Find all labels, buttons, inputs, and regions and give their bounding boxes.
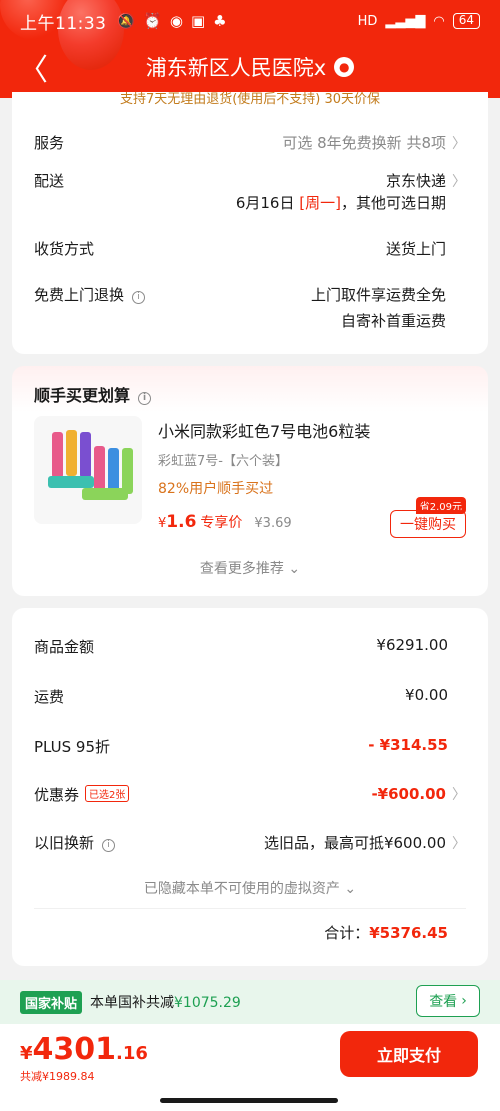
pay-amount: ¥4301.16 (20, 1032, 148, 1067)
home-indicator[interactable] (160, 1098, 338, 1103)
freight-label: 运费 (34, 688, 65, 706)
address-title[interactable]: 浦东新区人民医院x ● (145, 52, 355, 82)
goods-label: 商品金额 (34, 638, 95, 656)
view-subsidy-button[interactable]: 查看 › (416, 985, 480, 1017)
total-saved: 共减¥1989.84 (20, 1070, 95, 1083)
app-notification-icon: ◉ (169, 12, 183, 30)
info-icon[interactable]: i (102, 838, 116, 852)
chevron-right-icon: 〉 (452, 136, 466, 152)
return-label: 免费上门退换 (34, 286, 125, 304)
chevron-down-icon: ⌄ (288, 561, 301, 577)
pay-amount-integer: 4301 (32, 1032, 117, 1067)
plus-label: PLUS 95折 (34, 738, 111, 756)
price-value: 1.6 (166, 512, 197, 532)
product-spec[interactable]: 彩虹蓝7号-【六个装】 (158, 450, 288, 469)
gallery-icon: ▣ (190, 12, 206, 30)
total-label: 合计： (324, 924, 370, 942)
receive-value: 送货上门 (385, 240, 446, 258)
location-pin-icon: ● (334, 57, 355, 77)
total-value: ¥5376.45 (369, 924, 448, 942)
chevron-right-icon: › (461, 993, 467, 1009)
shipping-date: 6月16日 (235, 194, 295, 212)
hd-icon: HD (357, 13, 378, 29)
return-value-line1: 上门取件享运费全免 (310, 286, 446, 304)
freight-value: ¥0.00 (405, 686, 448, 704)
price-tag: 专享价 (200, 515, 243, 531)
total-row: 合计：¥5376.45 (324, 922, 448, 943)
tradein-label: 以旧换新 (34, 834, 95, 852)
info-icon[interactable]: i (138, 391, 152, 405)
addon-title: 顺手买更划算 (34, 386, 131, 405)
subsidy-badge: 国家补贴 (20, 990, 83, 1014)
hidden-assets-toggle[interactable]: 已隐藏本单不可使用的虚拟资产 ⌄ (12, 878, 488, 898)
info-icon[interactable]: i (132, 290, 146, 304)
subsidy-amount: ¥1075.29 (174, 995, 241, 1011)
more-recommend-link[interactable]: 查看更多推荐 ⌄ (12, 558, 488, 578)
service-label: 服务 (34, 134, 65, 152)
chevron-left-icon: 〈 (18, 53, 48, 88)
back-button[interactable]: 〈 (18, 50, 48, 88)
delivery-card: 支持7天无理由退货(使用后不支持) 30天价保 服务 可选 8年免费换新 共8项… (12, 92, 488, 354)
one-click-buy-button[interactable]: 一键购买 (390, 510, 466, 538)
service-value: 可选 8年免费换新 共8项 (282, 134, 446, 152)
goods-value: ¥6291.00 (376, 636, 448, 654)
subsidy-bar: 国家补贴 本单国补共减¥1075.29 查看 › (0, 980, 500, 1024)
coupon-value: -¥600.00 (371, 785, 446, 803)
pay-amount-decimal: .16 (116, 1043, 148, 1064)
pay-now-button[interactable]: 立即支付 (340, 1031, 478, 1077)
product-price: ¥1.6 专享价 ¥3.69 (158, 512, 292, 532)
tradein-value: 选旧品，最高可抵¥600.00 (263, 834, 446, 852)
shipping-carrier: 京东快递 (385, 172, 446, 190)
mute-icon: 🔕 (116, 12, 136, 30)
original-price: ¥3.69 (254, 516, 292, 531)
shipping-label: 配送 (34, 172, 65, 190)
coupon-tag: 已选2张 (85, 785, 130, 802)
buy-rate: 82%用户顺手买过 (158, 481, 274, 497)
taobao-icon: ♣ (213, 12, 227, 30)
receive-label: 收货方式 (34, 240, 95, 258)
order-summary-card: 商品金额 ¥6291.00 运费 ¥0.00 PLUS 95折 - ¥314.5… (12, 608, 488, 966)
header: 上午11:33 🔕 ⏰ ◉ ▣ ♣ HD ▂▃▅▇ ◠ 64 〈 浦东新区人民医… (0, 0, 500, 98)
wifi-icon: ◠ (433, 13, 445, 29)
divider (34, 908, 466, 909)
addon-card: 顺手买更划算 i 小米同款彩虹色7号电池6粒装 彩虹蓝7号-【六个装】 82%用户… (12, 366, 488, 596)
product-name[interactable]: 小米同款彩虹色7号电池6粒装 (158, 418, 370, 442)
battery-icon: 64 (452, 13, 480, 29)
subsidy-text: 本单国补共减 (90, 995, 175, 1011)
chevron-right-icon: 〉 (452, 787, 466, 803)
return-policy-banner: 支持7天无理由退货(使用后不支持) 30天价保 (119, 92, 381, 107)
coupon-label: 优惠券 (34, 786, 80, 804)
alarm-icon: ⏰ (143, 12, 162, 30)
signal-icon: ▂▃▅▇ (385, 13, 426, 29)
chevron-down-icon: ⌄ (344, 881, 357, 897)
page-title: 浦东新区人民医院x (145, 56, 327, 80)
shipping-weekday: [周一] (299, 194, 341, 212)
shipping-other: ，其他可选日期 (340, 194, 446, 212)
chevron-right-icon: 〉 (452, 174, 466, 190)
chevron-right-icon: 〉 (452, 836, 466, 852)
return-value-line2: 自寄补首重运费 (340, 312, 446, 330)
status-bar: 上午11:33 🔕 ⏰ ◉ ▣ ♣ HD ▂▃▅▇ ◠ 64 (0, 0, 500, 42)
status-time: 上午11:33 (20, 13, 107, 34)
plus-value: - ¥314.55 (368, 736, 448, 754)
product-image[interactable] (34, 416, 142, 524)
nav-bar: 〈 浦东新区人民医院x ● (0, 44, 500, 90)
